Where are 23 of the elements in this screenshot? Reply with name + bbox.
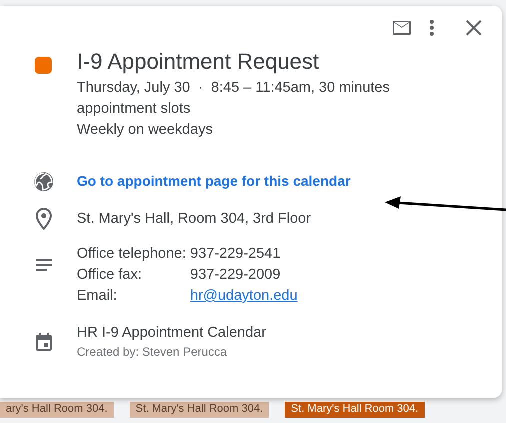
event-chip[interactable]: ary's Hall Room 304. [0, 402, 114, 418]
event-time: Thursday, July 30 · 8:45 – 11:45am, 30 minutes appointment slots [77, 79, 391, 119]
event-recurrence: Weekly on weekdays [77, 121, 214, 140]
event-chip[interactable]: St. Mary's Hall Room 304. [130, 402, 270, 418]
field-label: Office fax: [77, 266, 144, 285]
field-label: Office telephone: [77, 245, 186, 264]
email-link[interactable]: hr@udayton.edu [190, 286, 298, 307]
appointment-page-link[interactable]: Go to appointment page for this calendar [77, 171, 351, 192]
event-title: I-9 Appointment Request [77, 48, 320, 76]
calendar-creator: Created by: Steven Perucca [77, 344, 228, 360]
calendar-icon [36, 333, 52, 351]
close-icon[interactable] [466, 20, 482, 36]
calendar-name: HR I-9 Appointment Calendar [77, 324, 266, 343]
description-icon [36, 259, 52, 271]
email-icon[interactable] [392, 20, 412, 36]
field-value: 937-229-2541 [190, 245, 282, 264]
more-options-icon[interactable] [430, 20, 434, 36]
field-label: Email: [77, 287, 118, 306]
event-location: St. Mary's Hall, Room 304, 3rd Floor [77, 210, 312, 228]
field-value: 937-229-2009 [190, 266, 282, 285]
location-pin-icon [36, 208, 52, 230]
event-chip[interactable]: St. Mary's Hall Room 304. [285, 402, 425, 418]
globe-icon [34, 172, 54, 192]
